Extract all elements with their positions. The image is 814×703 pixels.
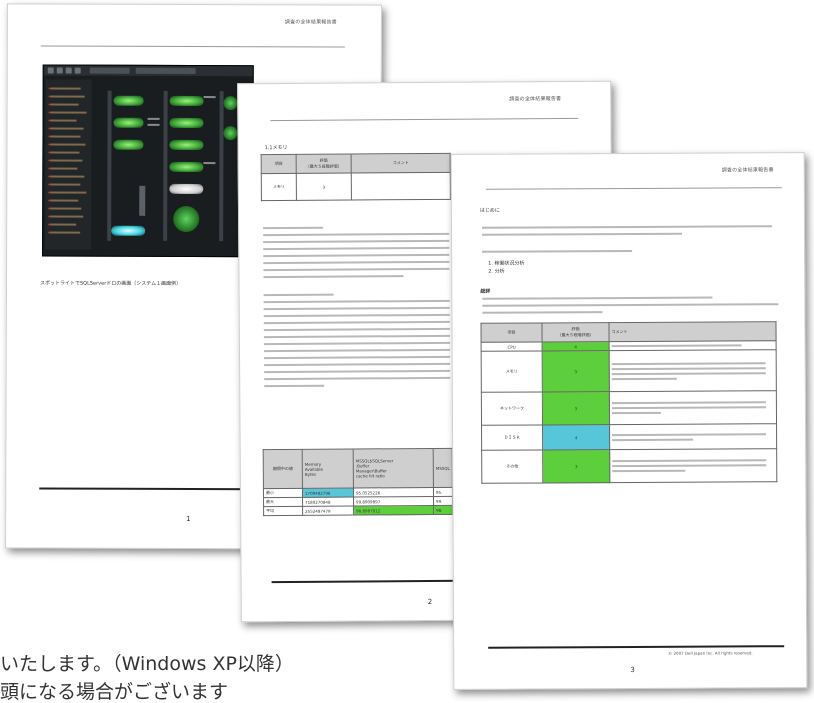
header-score: 評価 （最大５段階評価） [296,154,352,174]
table-row: ネットワーク 3 [481,390,777,426]
row-comment [609,390,777,425]
section-title: 1.1メモリ [264,144,288,152]
row-comment [609,448,777,483]
row-score: 3 [296,173,352,201]
row-item: ネットワーク [481,391,543,426]
evaluation-table: 項目 評価 （最大５段階評価） コメント メモリ 3 [261,153,451,201]
header-comment: コメント [608,321,777,342]
row-item: CPU [481,341,543,352]
list-intro-text [482,249,633,253]
header-score: 評価 （最大５段階評価） [541,322,610,342]
page-number: 1 [186,514,191,523]
perf-cell: 最小 [263,488,303,498]
row-comment [351,172,451,201]
intro-text [452,153,804,236]
footer-divider [488,645,785,649]
table-row: ＤＩＳＫ 4 [481,423,777,451]
row-score: 3 [542,391,610,425]
perf-header-period: 期間中の値 [263,449,303,489]
page-number: 3 [630,665,635,674]
row-item: メモリ [481,350,543,393]
perf-cell: 95. [433,487,453,497]
performance-table: 期間中の値 Memory Available Bytes MSSQL$SQLSe… [263,448,453,516]
header-item: 項目 [480,322,543,343]
section-title: はじめに [479,207,500,214]
copyright-text: © 2007 Dell Japan Inc. All rights reserv… [668,650,753,656]
row-score: 3 [542,449,610,483]
row-comment [609,349,777,392]
list-item-1: 1. 稼働状況分析 [488,260,525,267]
header-divider [270,117,579,122]
body-text-block-2 [238,82,610,388]
row-item: メモリ [261,173,297,201]
header-comment: コメント [351,153,451,174]
perf-cell: 99. [433,496,453,506]
screenshot-sidebar [45,79,92,250]
perf-cell: 平均 [263,506,303,516]
perf-cell: 98.8987812 [353,505,434,516]
row-score: 4 [542,424,610,450]
table-row: その他 3 [481,448,777,484]
header-divider [485,187,782,190]
list-item-2: 2. 分析 [488,268,505,275]
header-item: 項目 [261,154,297,174]
summary-title: 総評 [480,288,491,295]
perf-cell: 1709482796 [302,488,354,498]
perf-cell: 最大 [263,497,303,507]
perf-cell: 98. [433,505,453,515]
header-divider [40,45,345,48]
evaluation-summary-table: 項目 評価 （最大５段階評価） コメント CPU 4 メモリ 3 ネットワーク … [480,321,777,484]
screenshot-caption: スポットライトでSQLServerドロの画面（システム１画面例） [39,280,182,287]
page-header-title: 調査の全体結果報告書 [284,19,337,26]
perf-row-avg: 平均 2552487479 98.8987812 98. [263,505,453,516]
row-item: ＤＩＳＫ [481,424,543,451]
perf-cell: 7180270848 [302,497,354,507]
page-number: 2 [427,597,433,606]
row-comment [609,423,777,450]
perf-header-buffer: MSSQL$SQLServer :Buffer Manager\Buffer c… [353,448,434,489]
perf-header-mssql: MSSQL [433,448,453,488]
application-screenshot [42,64,254,258]
summary-text [452,153,804,314]
row-score: 4 [542,341,610,351]
screenshot-menubar [43,65,253,77]
body-text-block-1 [238,82,610,279]
perf-cell: 2552487479 [302,506,354,516]
description-line-2: 頭になる場合がございます [0,681,229,703]
row-score: 3 [542,350,610,392]
row-item: その他 [481,449,543,484]
description-line-1: いたします。（Windows XP以降） [0,653,294,675]
table-row: メモリ 3 [481,349,777,393]
perf-header-memory: Memory Available Bytes [302,449,354,489]
report-page-3: 調査の全体結果報告書 はじめに 1. 稼働状況分析 2. 分析 総評 項目 評価… [450,152,808,690]
page-header-title: 調査の全体結果報告書 [721,167,774,174]
page-header-title: 調査の全体結果報告書 [509,96,562,103]
